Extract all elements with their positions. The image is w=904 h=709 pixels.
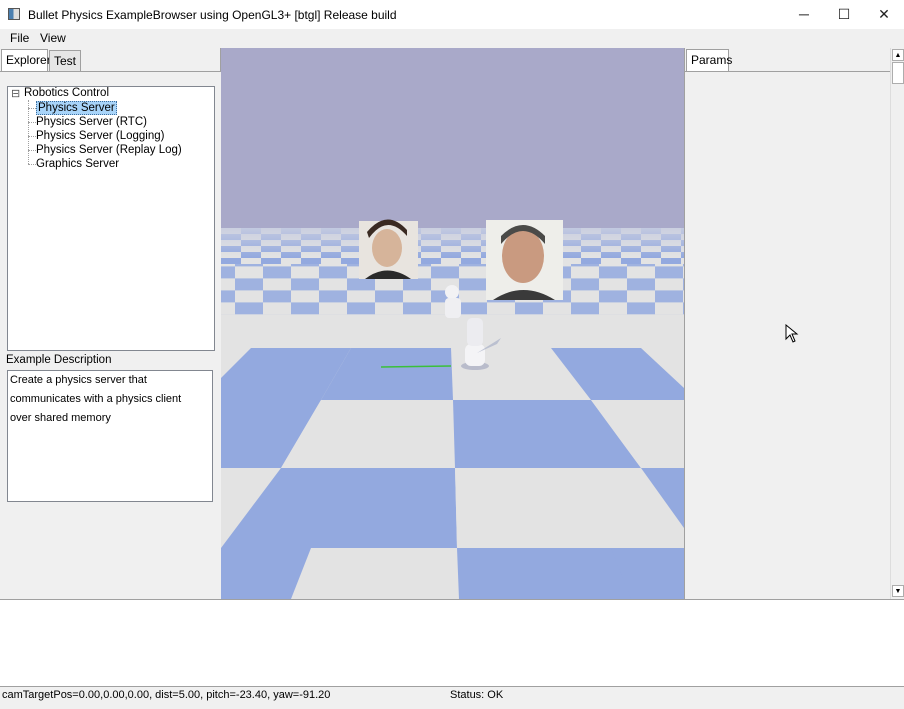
status-bar: camTargetPos=0.00,0.00,0.00, dist=5.00, … <box>0 687 904 709</box>
tree-branch <box>28 122 36 123</box>
mouse-cursor-icon <box>785 324 799 343</box>
minimize-button[interactable]: ─ <box>784 0 824 29</box>
scroll-down-button[interactable]: ▼ <box>892 585 904 597</box>
menu-bar: File View <box>0 29 904 48</box>
left-panel: Explorer Test ⊟ Robotics Control Physics… <box>0 48 221 599</box>
portrait-billboard-right <box>486 220 563 300</box>
tree-expand-icon[interactable]: ⊟ <box>11 87 20 100</box>
window-title: Bullet Physics ExampleBrowser using Open… <box>28 8 397 22</box>
tab-params[interactable]: Params <box>686 49 732 71</box>
tree-item-physics-server-replay-log[interactable]: Physics Server (Replay Log) <box>36 144 182 156</box>
ground-plane <box>221 228 684 599</box>
tree-item-graphics-server[interactable]: Graphics Server <box>36 158 119 170</box>
portrait-billboard-left <box>359 219 418 279</box>
status-text: Status: OK <box>450 689 504 701</box>
tab-test[interactable]: Test <box>49 50 81 72</box>
scroll-thumb[interactable] <box>892 62 904 84</box>
description-line: Create a physics server that <box>10 374 147 386</box>
tree-item-physics-server-logging[interactable]: Physics Server (Logging) <box>36 130 164 142</box>
params-scrollbar[interactable]: ▲ ▼ <box>890 48 904 599</box>
description-line: communicates with a physics client <box>10 393 182 405</box>
render-viewport[interactable] <box>221 48 684 599</box>
tree-guide-line <box>28 100 29 164</box>
scene-canvas <box>221 48 684 599</box>
tree-branch <box>28 136 36 137</box>
tree-branch <box>28 150 36 151</box>
tree-root-label[interactable]: Robotics Control <box>24 87 109 99</box>
scroll-up-button[interactable]: ▲ <box>892 49 904 61</box>
axis-line <box>380 365 452 368</box>
console-output[interactable] <box>0 599 904 687</box>
description-line: over shared memory <box>10 412 111 424</box>
tab-explorer[interactable]: Explorer <box>1 49 51 71</box>
tree-branch <box>28 108 36 109</box>
tab-content-frame: ⊟ Robotics Control Physics Server Physic… <box>0 71 221 599</box>
tree-branch <box>28 164 36 165</box>
menu-file[interactable]: File <box>10 31 29 45</box>
params-panel: Params <box>684 48 891 599</box>
maximize-button[interactable]: ☐ <box>824 0 864 29</box>
close-button[interactable]: ✕ <box>864 0 904 29</box>
title-bar: Bullet Physics ExampleBrowser using Open… <box>0 0 904 29</box>
description-box: Create a physics server that communicate… <box>7 370 213 502</box>
description-label: Example Description <box>6 354 112 366</box>
tree-item-physics-server[interactable]: Physics Server <box>36 101 117 115</box>
camera-status: camTargetPos=0.00,0.00,0.00, dist=5.00, … <box>2 689 331 701</box>
sky <box>221 48 684 228</box>
example-tree: ⊟ Robotics Control Physics Server Physic… <box>7 86 215 351</box>
menu-view[interactable]: View <box>40 31 66 45</box>
tree-item-physics-server-rtc[interactable]: Physics Server (RTC) <box>36 116 147 128</box>
app-icon <box>8 8 20 20</box>
